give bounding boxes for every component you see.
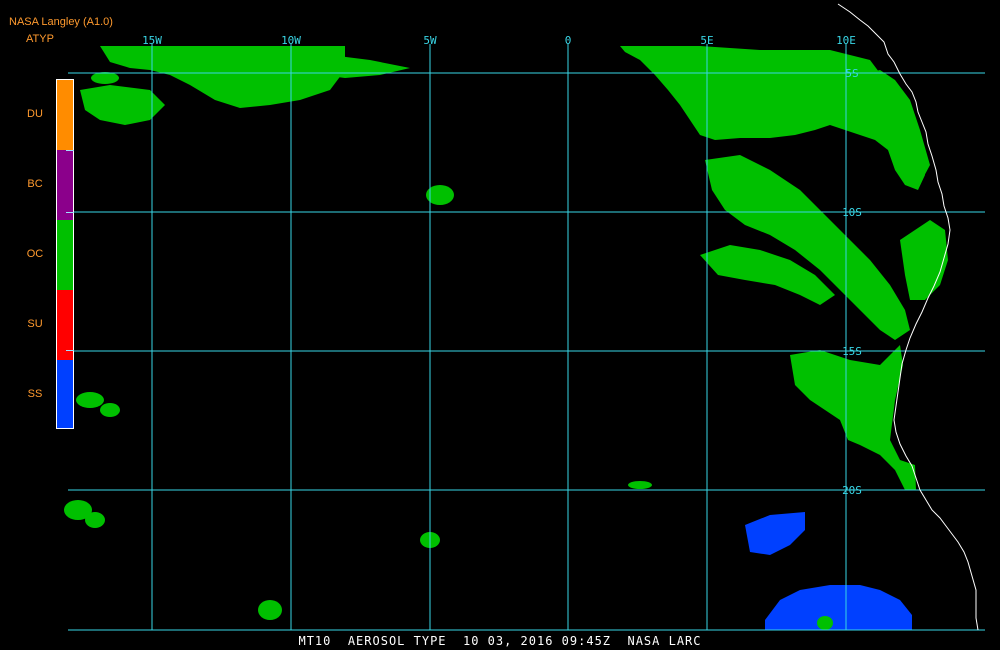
footer-caption: MT10 AEROSOL TYPE 10 03, 2016 09:45Z NAS… <box>298 634 702 648</box>
oc-small-patch <box>76 392 104 408</box>
product-code: ATYP <box>26 33 54 45</box>
lon-label: 10W <box>281 34 301 47</box>
lon-label: 0 <box>565 34 572 47</box>
legend-swatch-oc <box>57 220 73 290</box>
lat-label: 5S <box>845 67 858 80</box>
lon-label: 10E <box>836 34 856 47</box>
legend-tick <box>66 212 74 213</box>
lon-label: 15W <box>142 34 162 47</box>
legend-label-su: SU <box>27 318 43 330</box>
legend-label-ss: SS <box>27 388 43 400</box>
lat-label: 15S <box>842 345 862 358</box>
legend-label-oc: OC <box>26 248 44 260</box>
legend-swatch-ss <box>57 360 73 428</box>
legend-label-bc: BC <box>27 178 43 190</box>
lat-label: 20S <box>842 484 862 497</box>
lon-label: 5E <box>700 34 713 47</box>
oc-small-patch <box>817 616 833 630</box>
oc-small-patch <box>258 600 282 620</box>
lat-label: 10S <box>842 206 862 219</box>
oc-small-patch <box>100 403 120 417</box>
legend-label-du: DU <box>27 108 43 120</box>
header-title: NASA Langley (A1.0) <box>9 16 113 28</box>
color-legend <box>56 79 74 429</box>
legend-swatch-du <box>57 80 73 150</box>
legend-tick <box>66 350 74 351</box>
legend-swatch-bc <box>57 150 73 220</box>
oc-small-patch <box>91 72 119 84</box>
oc-small-patch <box>628 481 652 489</box>
lon-label: 5W <box>423 34 437 47</box>
aerosol-type-map: 15W 10W 5W 0 5E 10E 5S 10S 15S 20S <box>0 0 1000 650</box>
legend-tick <box>66 150 74 151</box>
oc-small-patch <box>85 512 105 528</box>
